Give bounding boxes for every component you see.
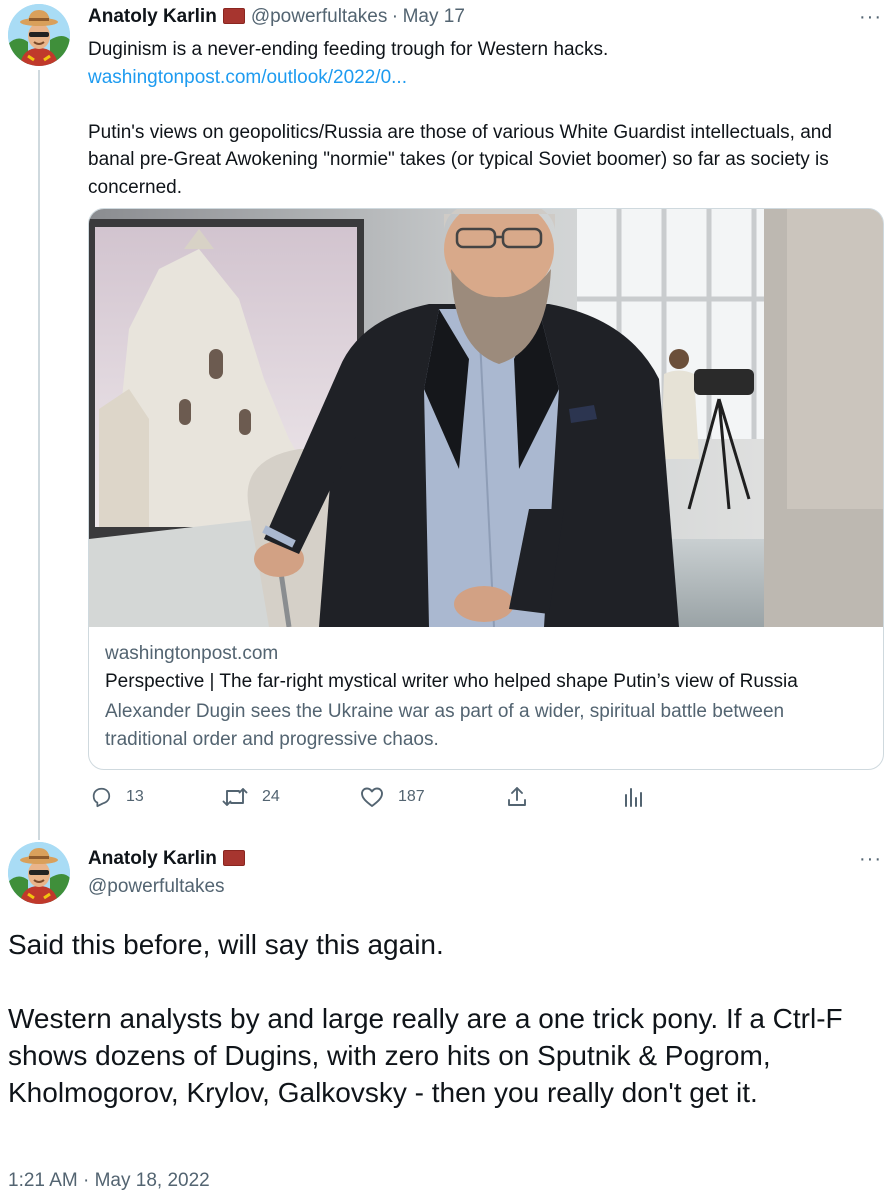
avatar-cartoon-icon [8, 842, 70, 904]
article-photo [89, 209, 883, 628]
like-count: 187 [398, 788, 425, 805]
card-domain: washingtonpost.com [105, 643, 279, 664]
tweet-date[interactable]: May 17 [403, 6, 465, 27]
author-name[interactable]: Anatoly Karlin [88, 6, 217, 27]
reply-icon [92, 787, 111, 808]
reply-count: 13 [126, 788, 144, 805]
like-button[interactable]: 187 [360, 786, 425, 808]
analytics-icon [625, 788, 642, 807]
author-handle[interactable]: @powerfultakes [88, 876, 225, 898]
retweet-count: 24 [262, 788, 280, 805]
tweet2-author: Anatoly Karlin [88, 848, 251, 870]
share-icon [508, 787, 526, 806]
author-name[interactable]: Anatoly Karlin [88, 848, 217, 869]
tweet-timestamp[interactable]: 1:21 AM · May 18, 2022 [8, 1170, 210, 1192]
more-icon[interactable]: ··· [859, 6, 882, 29]
tweet-text-line: Duginism is a never-ending feeding troug… [88, 39, 609, 60]
more-icon[interactable]: ··· [859, 848, 882, 871]
share-button[interactable] [506, 786, 542, 808]
tweet1-action-bar: 13 24 187 [88, 786, 648, 816]
author-handle[interactable]: @powerfultakes [251, 6, 388, 27]
link-preview-card[interactable]: washingtonpost.com Perspective | The far… [88, 208, 884, 770]
card-image [89, 209, 883, 628]
separator-dot: · [391, 6, 399, 27]
analytics-button[interactable] [622, 786, 658, 808]
flag-icon [222, 850, 245, 866]
retweet-button[interactable]: 24 [222, 786, 280, 808]
avatar[interactable] [8, 842, 70, 904]
avatar-cartoon-icon [8, 4, 70, 66]
reply-button[interactable]: 13 [90, 786, 144, 808]
thread-connector-line [38, 70, 40, 840]
avatar[interactable] [8, 4, 70, 66]
retweet-icon [222, 788, 248, 806]
card-title: Perspective | The far-right mystical wri… [105, 671, 798, 692]
article-link[interactable]: washingtonpost.com/outlook/2022/0... [88, 67, 407, 88]
tweet-text-paragraph: Putin's views on geopolitics/Russia are … [88, 121, 832, 198]
like-icon [361, 787, 383, 807]
tweet-text-paragraph: Said this before, will say this again. [8, 929, 444, 960]
tweet-text-paragraph: Western analysts by and large really are… [8, 1003, 843, 1108]
card-text: washingtonpost.com Perspective | The far… [105, 643, 865, 754]
tweet2-text: Said this before, will say this again. W… [8, 926, 878, 1111]
tweet1-header: Anatoly Karlin @powerfultakes · May 17 [88, 6, 465, 28]
card-description: Alexander Dugin sees the Ukraine war as … [105, 701, 785, 750]
flag-icon [222, 8, 245, 24]
tweet1-text: Duginism is a never-ending feeding troug… [88, 36, 878, 201]
